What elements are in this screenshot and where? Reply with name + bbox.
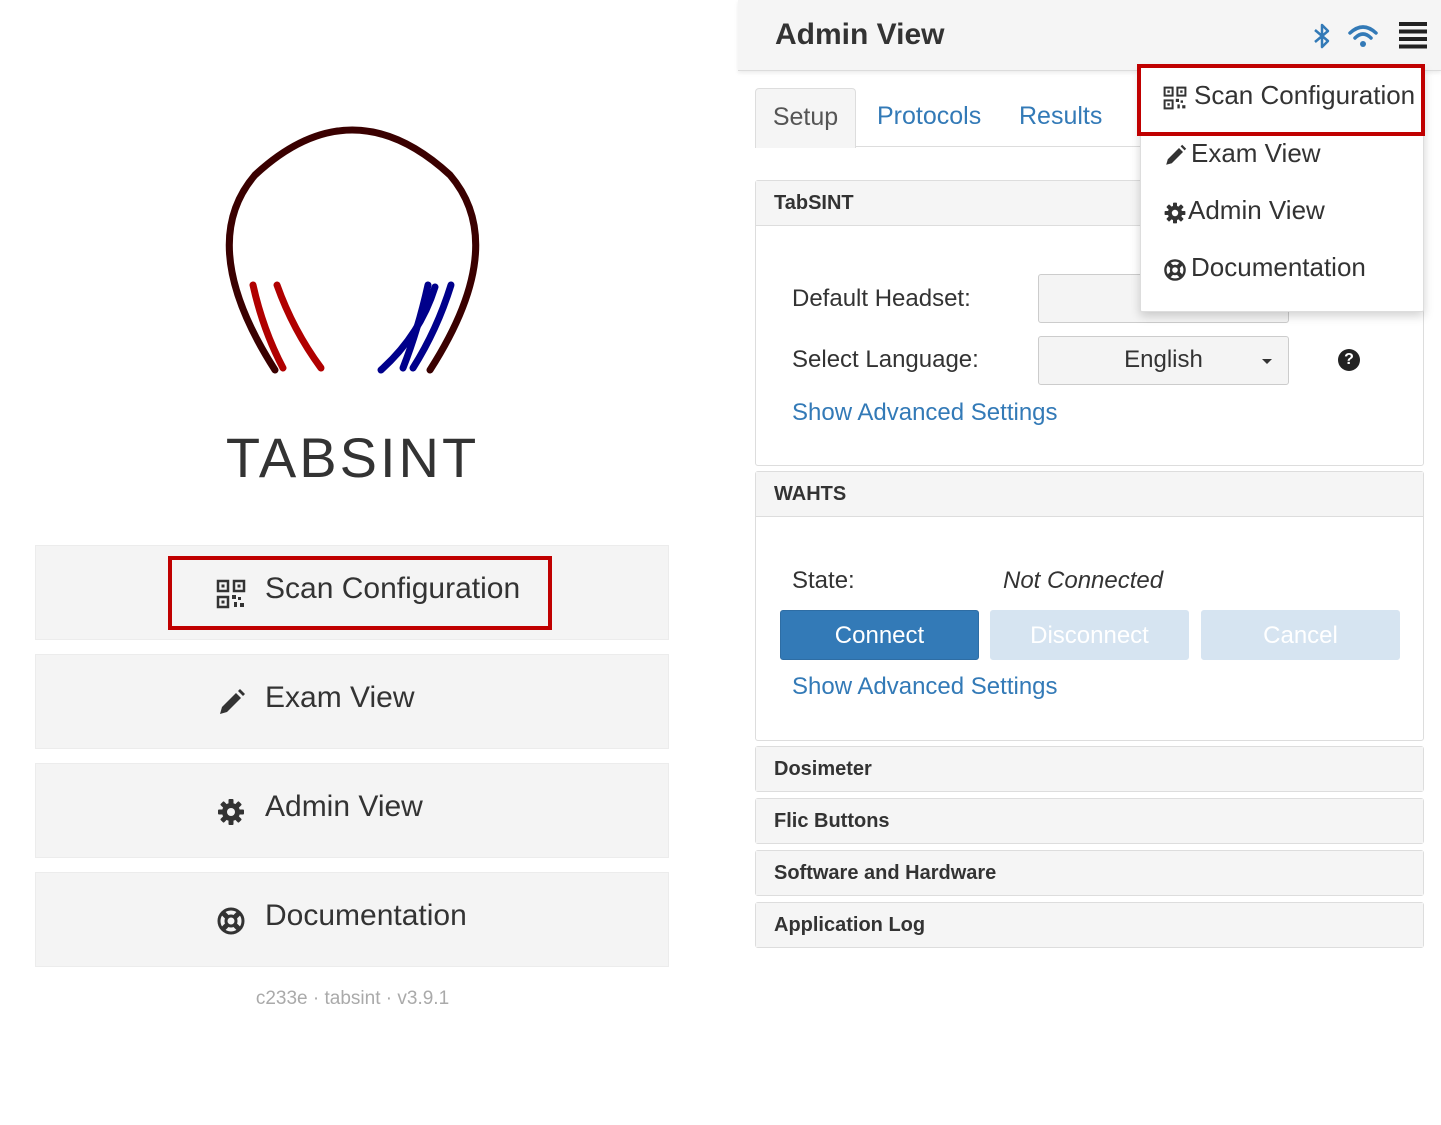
navbar: Admin View xyxy=(738,0,1441,71)
bluetooth-icon[interactable] xyxy=(1310,22,1334,50)
disconnect-button[interactable]: Disconnect xyxy=(990,610,1189,660)
application-log-panel: Application Log xyxy=(755,902,1424,948)
dropdown-item-label: Documentation xyxy=(1191,252,1366,282)
flic-buttons-panel: Flic Buttons xyxy=(755,798,1424,844)
dropdown-item-label: Admin View xyxy=(1188,195,1325,225)
app-name: TABSINT xyxy=(225,426,480,489)
documentation-label: Documentation xyxy=(265,899,467,932)
flic-buttons-panel-heading[interactable]: Flic Buttons xyxy=(756,799,1423,843)
tab-protocols[interactable]: Protocols xyxy=(877,88,981,147)
dropdown-item-scan-configuration[interactable]: Scan Configuration xyxy=(1141,72,1425,128)
wahts-panel-heading[interactable]: WAHTS xyxy=(756,472,1423,517)
dropdown-item-admin-view[interactable]: Admin View xyxy=(1141,187,1425,243)
wifi-icon[interactable] xyxy=(1348,24,1378,48)
language-select[interactable]: English xyxy=(1038,336,1289,385)
gear-icon xyxy=(1164,202,1186,224)
tabsint-logo xyxy=(225,126,480,374)
exam-view-label: Exam View xyxy=(265,681,415,714)
qr-code-icon xyxy=(216,579,246,609)
dropdown-item-exam-view[interactable]: Exam View xyxy=(1141,130,1425,186)
cancel-button[interactable]: Cancel xyxy=(1201,610,1400,660)
qr-code-icon xyxy=(1163,86,1187,110)
gear-icon xyxy=(218,799,244,825)
tab-setup[interactable]: Setup xyxy=(755,88,856,148)
life-ring-icon xyxy=(217,907,245,935)
page-title: Admin View xyxy=(775,18,945,51)
scan-configuration-button[interactable]: Scan Configuration xyxy=(35,545,669,640)
dropdown-item-label: Exam View xyxy=(1191,138,1321,168)
connect-button[interactable]: Connect xyxy=(780,610,979,660)
state-label: State: xyxy=(792,567,855,594)
pencil-icon xyxy=(1166,144,1187,165)
dropdown-item-label: Scan Configuration xyxy=(1194,80,1416,110)
documentation-button[interactable]: Documentation xyxy=(35,872,669,967)
hamburger-menu-icon[interactable] xyxy=(1398,20,1428,50)
life-ring-icon xyxy=(1164,259,1186,281)
dosimeter-panel-heading[interactable]: Dosimeter xyxy=(756,747,1423,791)
home-screen: TABSINT Scan Configuration Exam View Adm… xyxy=(0,0,705,1125)
dosimeter-panel: Dosimeter xyxy=(755,746,1424,792)
application-log-panel-heading[interactable]: Application Log xyxy=(756,903,1423,947)
dropdown-item-documentation[interactable]: Documentation xyxy=(1141,244,1425,300)
wahts-panel: WAHTS State: Not Connected Connect Disco… xyxy=(755,471,1424,741)
exam-view-button[interactable]: Exam View xyxy=(35,654,669,749)
nav-dropdown-menu: Scan Configuration Exam View Admin View xyxy=(1140,66,1424,312)
help-icon[interactable]: ? xyxy=(1338,349,1360,371)
version-text: c233e · tabsint · v3.9.1 xyxy=(255,988,450,1009)
chevron-down-icon xyxy=(1262,359,1272,364)
admin-view-button[interactable]: Admin View xyxy=(35,763,669,858)
software-hardware-panel-heading[interactable]: Software and Hardware xyxy=(756,851,1423,895)
select-language-label: Select Language: xyxy=(792,346,979,373)
pencil-icon xyxy=(220,689,245,714)
software-hardware-panel: Software and Hardware xyxy=(755,850,1424,896)
admin-view-label: Admin View xyxy=(265,790,423,823)
show-advanced-settings-link[interactable]: Show Advanced Settings xyxy=(792,673,1058,701)
tab-results[interactable]: Results xyxy=(1019,88,1102,147)
scan-configuration-label: Scan Configuration xyxy=(265,572,521,605)
show-advanced-settings-link[interactable]: Show Advanced Settings xyxy=(792,399,1058,427)
language-value: English xyxy=(1124,346,1203,373)
default-headset-label: Default Headset: xyxy=(792,285,971,312)
state-value: Not Connected xyxy=(1003,567,1164,594)
